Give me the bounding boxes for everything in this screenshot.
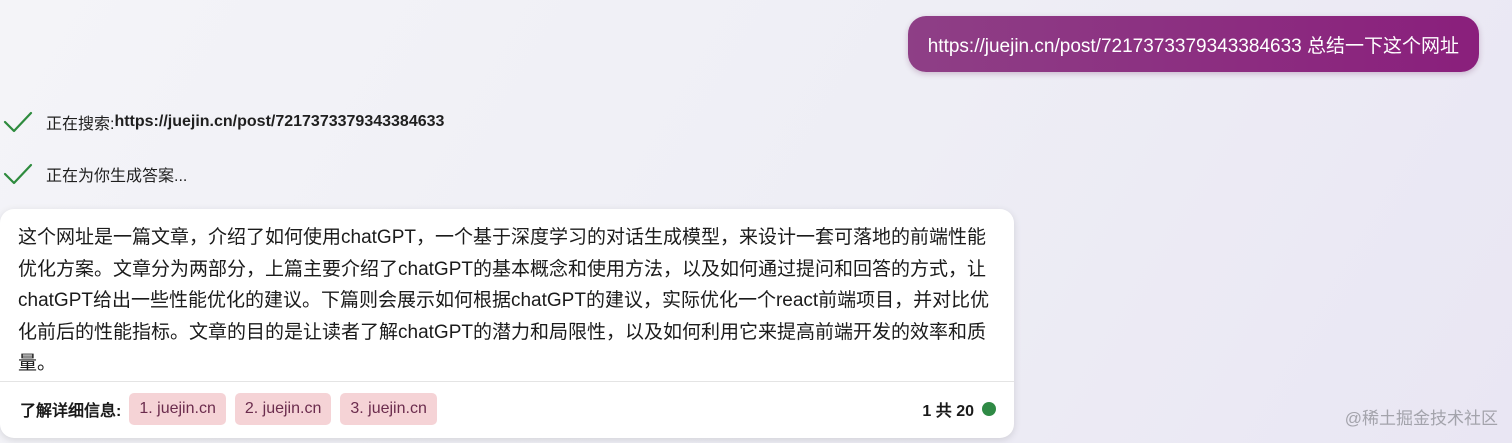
answer-footer: 了解详细信息: 1. juejin.cn 2. juejin.cn 3. jue… (20, 393, 996, 425)
answer-divider (0, 381, 1014, 382)
source-chip-2[interactable]: 2. juejin.cn (234, 393, 332, 425)
check-icon (2, 161, 34, 187)
status-searching-label: 正在搜索: (46, 116, 115, 133)
answer-text: 这个网址是一篇文章，介绍了如何使用chatGPT，一个基于深度学习的对话生成模型… (18, 227, 990, 374)
answer-card: 这个网址是一篇文章，介绍了如何使用chatGPT，一个基于深度学习的对话生成模型… (0, 209, 1014, 438)
check-icon (2, 109, 34, 135)
status-searching: 正在搜索: https://juejin.cn/post/72173733793… (0, 109, 444, 135)
source-chip-3[interactable]: 3. juejin.cn (340, 393, 437, 425)
status-dot-icon (982, 402, 996, 416)
turn-counter: 1 共 20 (922, 403, 974, 420)
watermark: @稀土掘金技术社区 (1344, 409, 1498, 428)
status-generating: 正在为你生成答案... (0, 161, 187, 187)
learn-more-label: 了解详细信息: (20, 403, 122, 420)
user-message-text: https://juejin.cn/post/72173733793433846… (927, 35, 1459, 57)
status-searching-link[interactable]: https://juejin.cn/post/72173733793433846… (114, 113, 444, 131)
source-chip-1[interactable]: 1. juejin.cn (129, 393, 226, 425)
status-generating-label: 正在为你生成答案... (46, 168, 188, 185)
user-message-bubble: https://juejin.cn/post/72173733793433846… (907, 16, 1479, 72)
